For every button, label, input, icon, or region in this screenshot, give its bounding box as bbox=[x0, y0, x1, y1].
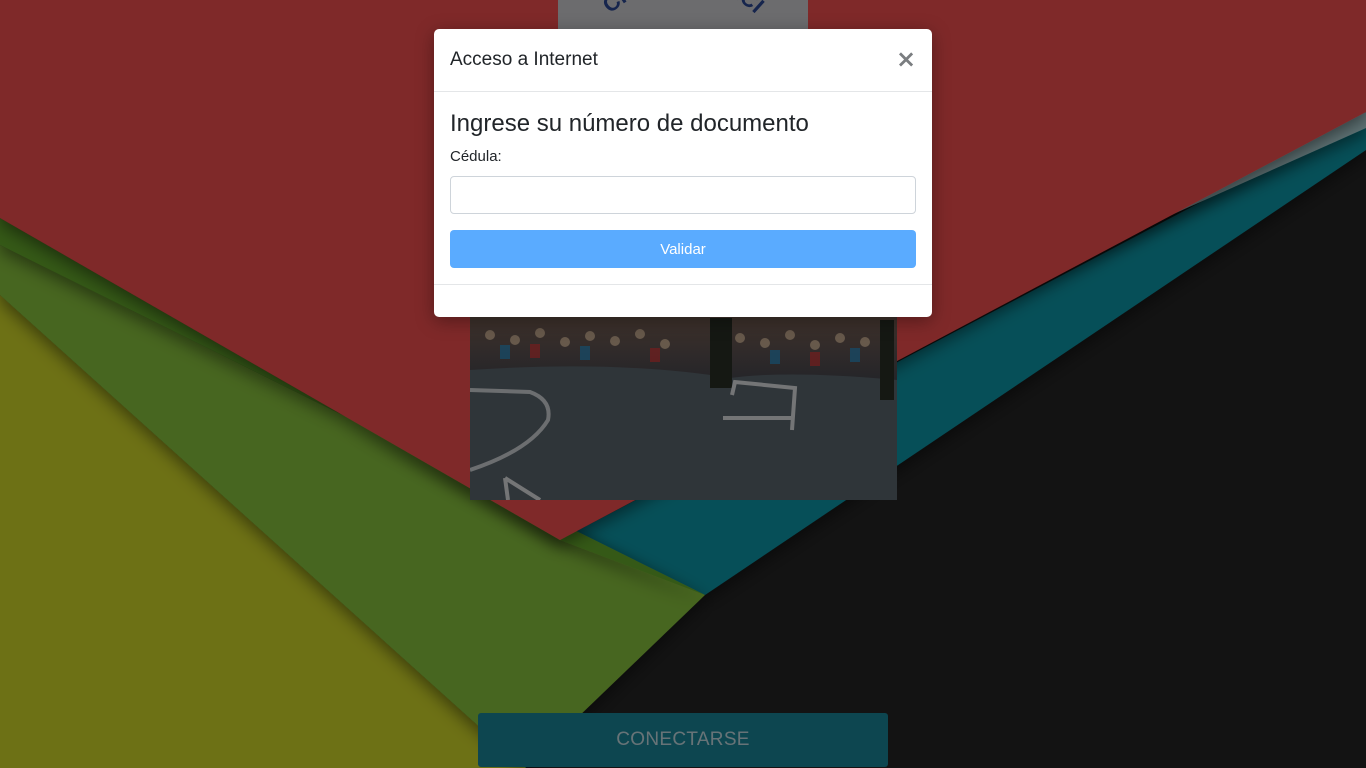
modal-title: Acceso a Internet bbox=[450, 49, 598, 70]
cedula-label: Cédula: bbox=[450, 148, 502, 165]
close-icon[interactable]: × bbox=[894, 47, 918, 71]
cedula-input[interactable] bbox=[450, 176, 916, 214]
internet-access-modal: Acceso a Internet × Ingrese su número de… bbox=[434, 29, 932, 317]
validate-button[interactable]: Validar bbox=[450, 230, 916, 268]
modal-header: Acceso a Internet × bbox=[434, 29, 932, 92]
document-heading: Ingrese su número de documento bbox=[450, 110, 809, 137]
captive-portal-page: CIÓN POBLACI bbox=[0, 0, 1366, 768]
